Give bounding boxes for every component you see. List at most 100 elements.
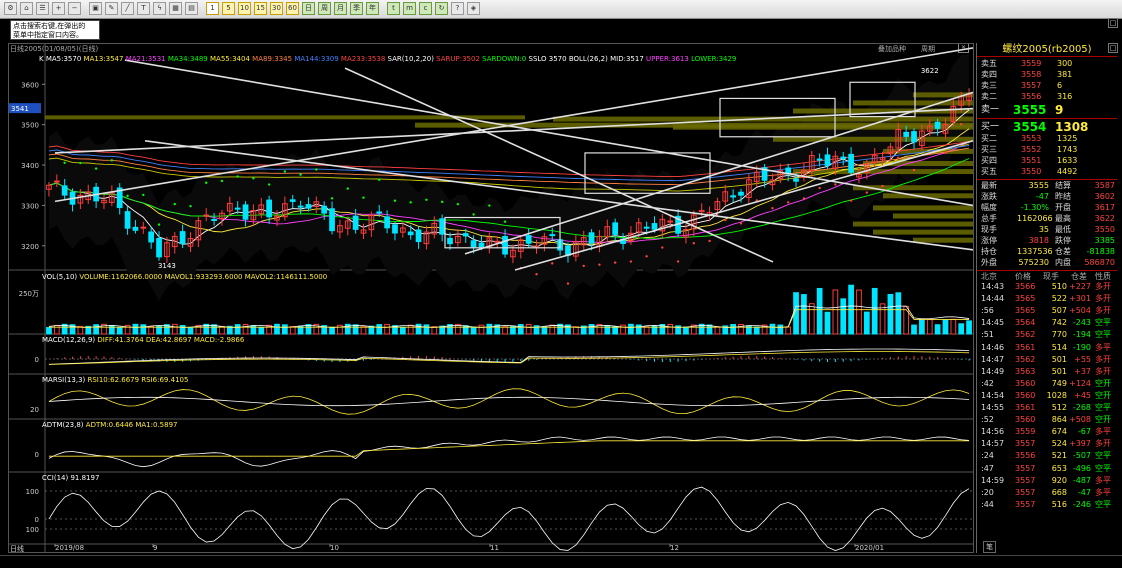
grid-icon[interactable]: ▦ — [169, 2, 182, 15]
candle-body — [266, 199, 272, 218]
tick-type: 空开 — [1095, 390, 1111, 400]
bid-volume: 1743 — [1057, 145, 1078, 154]
bolt-icon[interactable]: ϟ — [153, 2, 166, 15]
candle-body — [934, 121, 941, 129]
gear-icon[interactable]: ⚙ — [4, 2, 17, 15]
ma-legend: K MA5:3570 MA13:3547 MA21:3531 MA34:3489… — [39, 55, 736, 63]
volume-bar — [832, 289, 839, 335]
bid-row[interactable]: 买五 3550 4492 — [977, 167, 1117, 178]
year-icon[interactable]: 年 — [366, 2, 379, 15]
sar-dot — [94, 167, 98, 170]
period-60-icon[interactable]: 60 — [286, 2, 299, 15]
volume-bar — [887, 293, 894, 335]
ask-row[interactable]: 卖二 3556 316 — [977, 92, 1117, 103]
ask-row[interactable]: 卖五 3559 300 — [977, 59, 1117, 70]
volume-bar — [926, 319, 933, 335]
candle-body — [738, 191, 744, 196]
period-1-icon[interactable]: 1 — [206, 2, 219, 15]
stat-value: 3555 — [1028, 181, 1049, 190]
ask-row[interactable]: 卖四 3558 381 — [977, 70, 1117, 81]
cci-tick-label: 100 — [26, 488, 39, 496]
tick-price: 3557 — [1015, 463, 1036, 473]
high-price-label: 3622 — [921, 67, 939, 75]
bid-row[interactable]: 买一 3554 1308 — [977, 120, 1117, 134]
kline-chart[interactable]: 3600 3500 3400 3300 3200 3541 3143 3622 250万 0 20 0… — [9, 44, 973, 552]
sar-dot — [236, 175, 239, 178]
volume-bar — [187, 326, 194, 335]
volume-bar — [903, 305, 910, 335]
text-icon[interactable]: T — [137, 2, 150, 15]
cci-legend: CCI(14) 91.8197 — [42, 474, 99, 482]
adtm-values: ADTM:0.6446 MA1:0.5897 — [85, 421, 178, 429]
help-icon[interactable]: ? — [451, 2, 464, 15]
mavol1-line — [48, 305, 970, 328]
volume-bar — [549, 324, 556, 335]
candle-body — [478, 242, 485, 248]
tick-oi: -47 — [1077, 487, 1091, 497]
ma34-label: MA34:3489 — [167, 55, 208, 63]
candle-body — [903, 131, 910, 137]
refresh-icon[interactable]: ↻ — [435, 2, 448, 15]
bid-row[interactable]: 买三 3552 1743 — [977, 145, 1117, 156]
cube-icon[interactable]: ◈ — [467, 2, 480, 15]
volume-bar — [950, 318, 957, 335]
pen-icon[interactable]: ✎ — [105, 2, 118, 15]
maximize-icon[interactable]: □ — [1108, 18, 1118, 28]
zoom-in-icon[interactable]: + — [52, 2, 65, 15]
bid-row[interactable]: 买二 3553 1325 — [977, 134, 1117, 145]
tick-tab[interactable]: 笔 — [983, 541, 996, 553]
custom-icon[interactable]: c — [419, 2, 432, 15]
tick-row: 14:47 3562 501 +55 多开 — [977, 355, 1117, 367]
volume-bar — [171, 323, 178, 335]
bid-label: 买一 — [981, 122, 1000, 132]
candle-body — [329, 208, 335, 232]
tick-icon[interactable]: t — [387, 2, 400, 15]
candle-body — [462, 233, 469, 237]
tick-row: :24 3556 521 -507 空平 — [977, 451, 1117, 463]
tick-price: 3563 — [1015, 366, 1036, 376]
stat-value: 3550 — [1094, 225, 1115, 234]
volume-bar — [242, 323, 249, 335]
sar-dot — [299, 173, 302, 176]
line-icon[interactable]: ╱ — [121, 2, 134, 15]
period-label[interactable]: 日线 — [10, 544, 24, 554]
sar-dot — [330, 197, 334, 200]
stat-label: 最高 — [1055, 214, 1071, 223]
zoom-out-icon[interactable]: − — [68, 2, 81, 15]
month-icon[interactable]: 月 — [334, 2, 347, 15]
ma5-label: MA5:3570 — [45, 55, 82, 63]
period-15-icon[interactable]: 15 — [254, 2, 267, 15]
tick-volume: 501 — [1051, 366, 1067, 376]
tick-oi: -190 — [1072, 342, 1091, 352]
tick-oi: -194 — [1072, 330, 1091, 340]
quarter-icon[interactable]: 季 — [350, 2, 363, 15]
tick-price: 3565 — [1015, 306, 1036, 316]
ask-row[interactable]: 卖三 3557 6 — [977, 81, 1117, 92]
day-icon[interactable]: 日 — [302, 2, 315, 15]
period-30-icon[interactable]: 30 — [270, 2, 283, 15]
ask-row[interactable]: 卖一 3555 9 — [977, 103, 1117, 117]
tick-oi: +397 — [1069, 439, 1091, 449]
stat-value: 3622 — [1094, 214, 1115, 223]
tick-row: :42 3560 749 +124 空开 — [977, 379, 1117, 391]
price-tick-label: 3600 — [21, 81, 39, 89]
candle-body — [384, 216, 390, 229]
hint-line-1: 点击搜索右键,在弹出的 — [13, 22, 86, 30]
tick-row: :56 3565 507 +504 多开 — [977, 306, 1117, 318]
tick-header-volume: 现手 — [1043, 272, 1059, 281]
week-icon[interactable]: 周 — [318, 2, 331, 15]
min-icon[interactable]: m — [403, 2, 416, 15]
sar-dot — [944, 151, 947, 155]
period-10-icon[interactable]: 10 — [238, 2, 251, 15]
volume-bar — [714, 326, 721, 335]
period-5-icon[interactable]: 5 — [222, 2, 235, 15]
list-icon[interactable]: ☰ — [36, 2, 49, 15]
bid-row[interactable]: 买四 3551 1633 — [977, 156, 1117, 167]
tick-volume: 516 — [1051, 499, 1067, 509]
bid-volume: 1325 — [1057, 134, 1078, 143]
home-icon[interactable]: ⌂ — [20, 2, 33, 15]
chart-area[interactable]: 3600 3500 3400 3300 3200 3541 3143 3622 250万 0 20 0… — [8, 43, 974, 553]
tick-oi: +508 — [1069, 415, 1091, 425]
table-icon[interactable]: ▤ — [185, 2, 198, 15]
copy-icon[interactable]: ▣ — [89, 2, 102, 15]
